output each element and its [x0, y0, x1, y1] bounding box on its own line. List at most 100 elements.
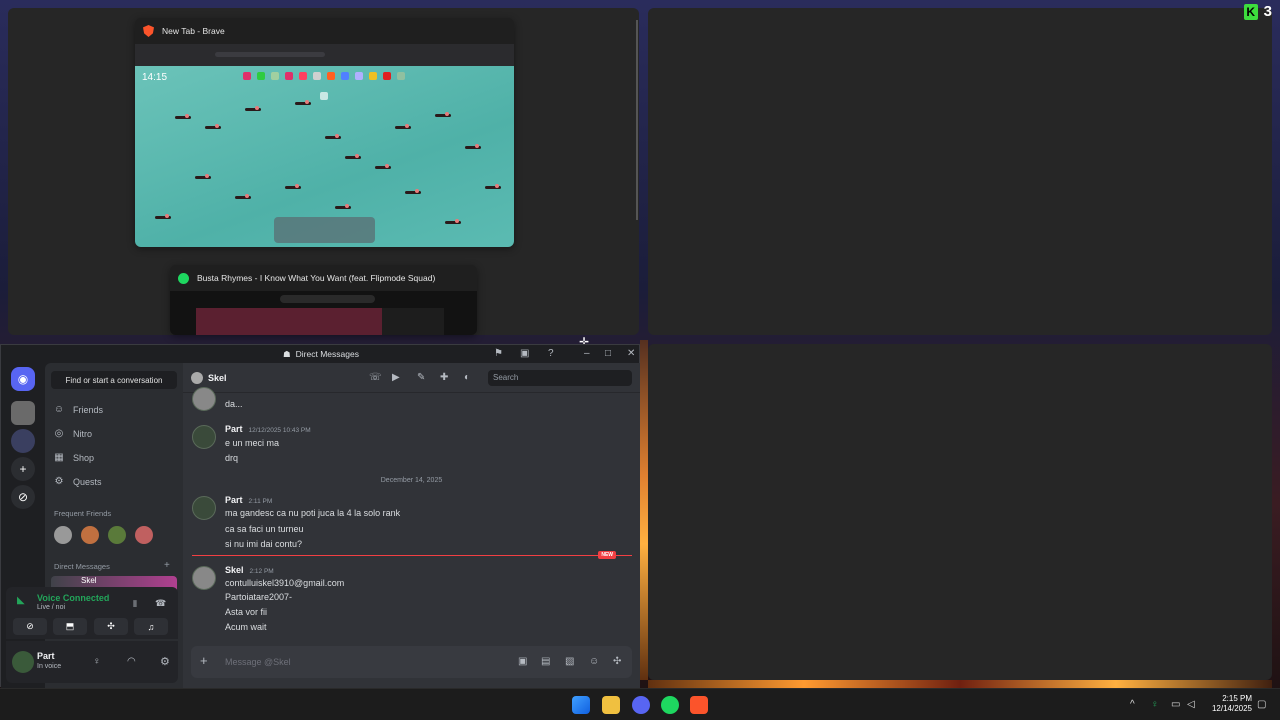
windows-start-icon[interactable] [572, 696, 590, 714]
shortcut-icon [243, 72, 251, 80]
shortcut-icon [355, 72, 363, 80]
newtab-clock: 14:15 [142, 72, 168, 83]
server-avatar[interactable] [11, 429, 35, 453]
maximize-icon[interactable]: □ [605, 348, 611, 359]
workspace-count: 3 [1263, 3, 1272, 20]
inbox-flag-icon[interactable]: ⚑ [494, 348, 503, 359]
friend-avatar[interactable] [135, 526, 153, 544]
network-icon[interactable]: ▭ [1171, 699, 1180, 710]
message-avatar[interactable] [192, 387, 216, 411]
brave-newtab-preview: 14:15 [135, 66, 514, 247]
add-server-icon[interactable]: + [11, 457, 35, 481]
direct-messages-heading: Direct Messages [54, 562, 110, 571]
message-author[interactable]: Part [225, 495, 243, 505]
message-avatar[interactable] [192, 566, 216, 590]
inbox-icon[interactable]: ▣ [520, 348, 529, 359]
apps-icon[interactable]: ✣ [613, 656, 621, 667]
wallpaper-fire-strip [640, 340, 648, 680]
shortcut-icon [285, 72, 293, 80]
header-avatar [191, 372, 203, 384]
message-timestamp: 12/12/2025 10:43 PM [248, 427, 311, 434]
nav-shop[interactable]: ▦ Shop [53, 452, 94, 463]
user-panel: Part In voice ♀ ◠ ⚙ [6, 641, 178, 683]
find-conversation-button[interactable]: Find or start a conversation [51, 371, 177, 389]
friend-avatar[interactable] [108, 526, 126, 544]
camera-off-button[interactable]: ⊘ [13, 618, 47, 635]
nitro-icon: ◎ [54, 428, 64, 439]
help-icon[interactable]: ? [548, 348, 554, 359]
soundboard-button[interactable]: ♫ [134, 618, 168, 635]
gif-icon[interactable]: ▤ [541, 656, 550, 667]
workspace-badge: K 3 [1243, 3, 1272, 20]
user-name: Part [37, 651, 55, 661]
discord-taskbar-icon[interactable] [632, 696, 650, 714]
snap-zone-top-right[interactable] [648, 8, 1272, 335]
microphone-tray-icon[interactable]: ♀ [1151, 699, 1159, 710]
k-logo-icon: K [1243, 3, 1258, 20]
disconnect-icon[interactable]: ☎ [155, 598, 166, 609]
date-divider: December 14, 2025 [380, 477, 443, 484]
taskbar: ^ ♀ ▭ ◁ 2:15 PM 12/14/2025 ▢ [0, 688, 1280, 720]
clock-date: 12/14/2025 [1211, 704, 1252, 713]
message-author[interactable]: Skel [225, 565, 244, 575]
window-title: Direct Messages [295, 349, 359, 359]
server-avatar[interactable] [11, 401, 35, 425]
chat-header: Skel ☏ ▶ ✎ ✚ ◐ Search [183, 363, 640, 393]
brave-stats-widget [274, 217, 375, 243]
message-author[interactable]: Part [225, 424, 243, 434]
user-avatar[interactable] [12, 651, 34, 673]
screen-share-button[interactable]: ⬒ [53, 618, 87, 635]
spotify-taskbar-icon[interactable] [661, 696, 679, 714]
taskbar-clock[interactable]: 2:15 PM 12/14/2025 [1212, 694, 1252, 714]
volume-icon[interactable]: ◁ [1187, 699, 1195, 710]
add-friends-icon[interactable]: ✚ [440, 372, 448, 383]
message-input[interactable]: Message @Skel [225, 657, 291, 667]
friend-avatar[interactable] [81, 526, 99, 544]
voice-channel[interactable]: Live / noi [37, 604, 65, 611]
attach-plus-icon[interactable]: + [200, 653, 208, 668]
voice-call-icon[interactable]: ☏ [369, 372, 382, 383]
headphones-icon[interactable]: ◠ [127, 656, 136, 667]
sticker-icon[interactable]: ▧ [565, 656, 574, 667]
brave-window-card[interactable]: New Tab - Brave 14:15 [135, 18, 514, 247]
snap-zone-bottom-right[interactable] [648, 344, 1272, 680]
nav-nitro[interactable]: ◎ Nitro [53, 428, 92, 439]
gift-icon[interactable]: ▣ [518, 656, 527, 667]
discord-home-icon[interactable]: ◉ [11, 367, 35, 391]
emoji-icon[interactable]: ☺ [589, 656, 599, 667]
add-shortcut-icon [320, 92, 328, 100]
friend-avatar[interactable] [54, 526, 72, 544]
desktop: K 3 New Tab - Brave 14:15 Busta Rhymes -… [0, 0, 1280, 720]
add-dm-icon[interactable]: + [164, 560, 170, 571]
search-input[interactable]: Search [488, 370, 632, 386]
noise-suppression-icon[interactable]: ⦀ [133, 599, 137, 610]
signal-icon: ◣ [17, 595, 25, 606]
brave-toolbar-preview [135, 44, 514, 66]
file-explorer-icon[interactable] [602, 696, 620, 714]
discover-icon[interactable]: ⊘ [11, 485, 35, 509]
switcher-scrollbar[interactable] [636, 20, 638, 220]
message-timestamp: 2:11 PM [248, 498, 273, 505]
voice-panel: ◣ Voice Connected Live / noi ⦀ ☎ ⊘ ⬒ ✣ ♫ [6, 587, 178, 639]
pin-icon[interactable]: ✎ [417, 372, 425, 383]
settings-gear-icon[interactable]: ⚙ [160, 655, 170, 668]
brave-taskbar-icon[interactable] [690, 696, 708, 714]
nav-friends[interactable]: ☺ Friends [53, 404, 103, 415]
message-avatar[interactable] [192, 425, 216, 449]
shortcut-icon [327, 72, 335, 80]
user-status: In voice [37, 663, 62, 670]
video-call-icon[interactable]: ▶ [392, 372, 400, 383]
spotify-window-card[interactable]: Busta Rhymes - I Know What You Want (fea… [170, 265, 477, 335]
user-profile-icon[interactable]: ◐ [464, 372, 470, 383]
nav-quests[interactable]: ⚙ Quests [53, 476, 102, 487]
tray-overflow-chevron-icon[interactable]: ^ [1130, 699, 1135, 710]
message-composer[interactable]: + Message @Skel ▣ ▤ ▧ ☺ ✣ [191, 646, 632, 678]
close-icon[interactable]: ✕ [627, 348, 635, 359]
brave-title-text: New Tab - Brave [162, 26, 225, 36]
shortcut-icon [271, 72, 279, 80]
message-avatar[interactable] [192, 496, 216, 520]
notification-icon[interactable]: ▢ [1257, 699, 1266, 710]
minimize-icon[interactable]: – [584, 348, 590, 359]
microphone-icon[interactable]: ♀ [93, 656, 101, 667]
activities-button[interactable]: ✣ [94, 618, 128, 635]
